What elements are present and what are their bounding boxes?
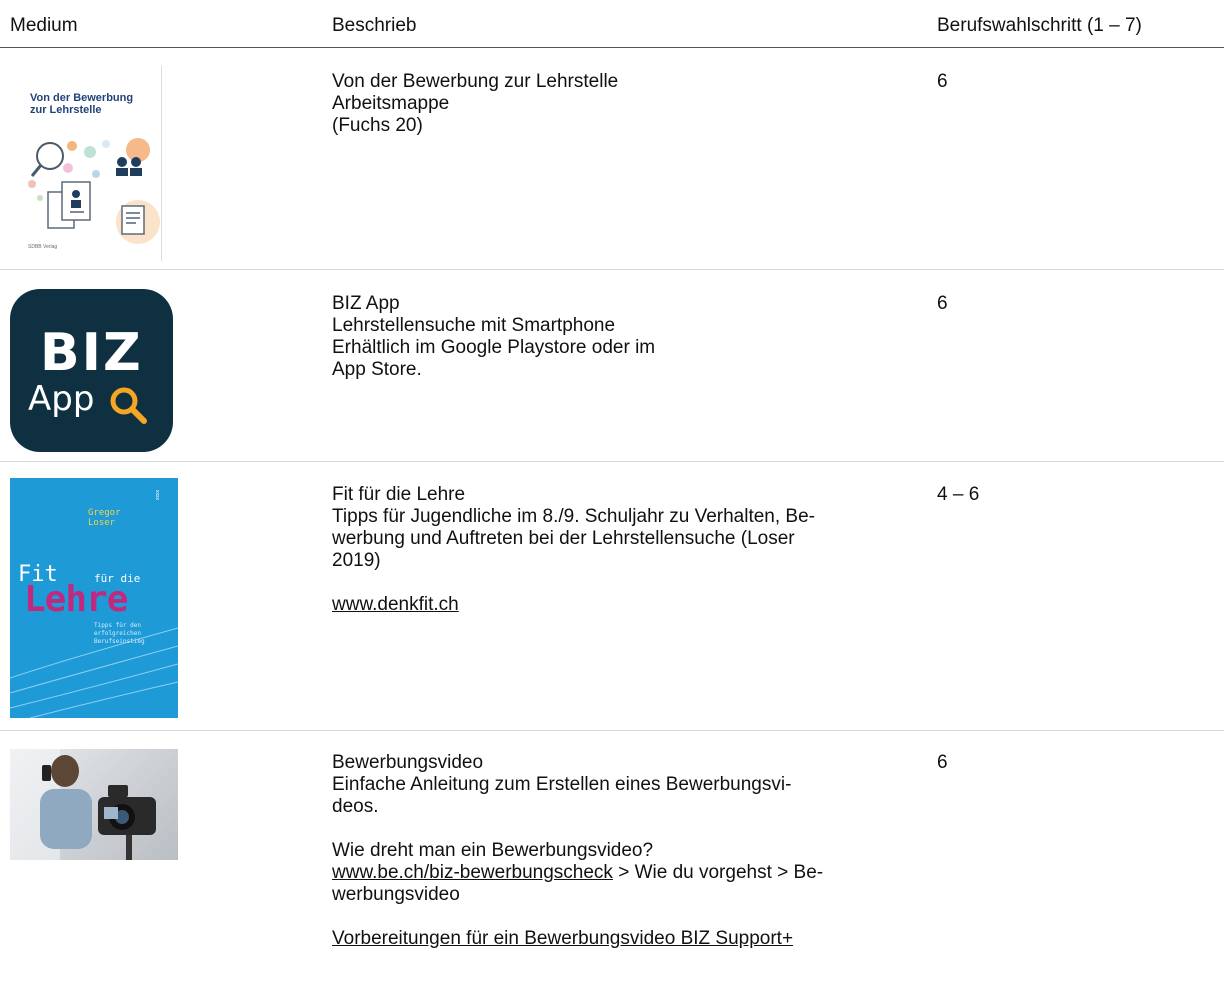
cover-illustration-icon — [28, 138, 160, 244]
row-step-1: 6 — [937, 71, 948, 92]
desc-line: Lehrstellensuche mit Smartphone — [332, 315, 616, 336]
cover-publisher: xxxx — [154, 490, 160, 500]
book-cover-bewerbung-lehrstelle: Von der Bewerbung zur Lehrstelle SDBB Ve… — [10, 66, 162, 261]
biz-app-icon: BIZ App — [10, 289, 173, 452]
row-description-4: Bewerbungsvideo Einfache Anleitung zum E… — [332, 752, 892, 950]
denkfit-link[interactable]: www.denkfit.ch — [332, 594, 892, 616]
row-step-4: 6 — [937, 752, 948, 773]
row-step-3: 4 – 6 — [937, 484, 980, 505]
biz-support-link[interactable]: Vorbereitungen für ein Bewerbungsvideo B… — [332, 928, 892, 950]
desc-line: Von der Bewerbung zur Lehrstelle — [332, 71, 619, 92]
row-description-1: Von der Bewerbung zur Lehrstelle Arbeits… — [332, 71, 892, 137]
header-career-step: Berufswahlschritt (1 – 7) — [937, 15, 1142, 36]
desc-line: werbungsvideo — [332, 884, 460, 905]
row-separator — [0, 269, 1224, 270]
cover-lehre: Lehre — [24, 579, 128, 620]
link-path-text: > Wie du vorgehst > Be- — [612, 862, 824, 883]
desc-line: Einfache Anleitung zum Erstellen eines B… — [332, 774, 792, 795]
video-question: Wie dreht man ein Bewerbungsvideo? — [332, 840, 654, 861]
desc-line: werbung und Auftreten bei der Lehrstelle… — [332, 528, 795, 549]
cover-author: Gregor Loser — [88, 508, 121, 528]
bewerbungscheck-line: www.be.ch/biz-bewerbungscheck > Wie du v… — [332, 862, 892, 884]
document-page: Medium Beschrieb Berufswahlschritt (1 – … — [0, 0, 1224, 985]
magnifier-icon — [110, 387, 147, 424]
camera-scene-image — [10, 749, 156, 860]
cover-publisher: SDBB Verlag — [28, 244, 58, 250]
desc-line: BIZ App — [332, 293, 400, 314]
row-description-2: BIZ App Lehrstellensuche mit Smartphone … — [332, 293, 892, 381]
header-medium: Medium — [10, 15, 78, 36]
row-separator — [0, 461, 1224, 462]
desc-line: (Fuchs 20) — [332, 115, 423, 136]
desc-line: Bewerbungsvideo — [332, 752, 484, 773]
bewerbungscheck-link[interactable]: www.be.ch/biz-bewerbungscheck — [332, 862, 613, 883]
cover-subtitle: Tipps für den erfolgreichen Berufseinstieg — [94, 622, 145, 645]
desc-line: Fit für die Lehre — [332, 484, 466, 505]
desc-line: Tipps für Jugendliche im 8./9. Schuljahr… — [332, 506, 815, 527]
desc-line: Arbeitsmappe — [332, 93, 450, 114]
row-separator — [0, 730, 1224, 731]
row-description-3: Fit für die Lehre Tipps für Jugendliche … — [332, 484, 892, 616]
header-rule — [0, 47, 1224, 48]
desc-line: App Store. — [332, 359, 422, 380]
row-step-2: 6 — [937, 293, 948, 314]
bewerbungsvideo-photo — [10, 749, 178, 860]
desc-line: deos. — [332, 796, 379, 817]
header-description: Beschrieb — [332, 15, 417, 36]
desc-line: Erhältlich im Google Playstore oder im — [332, 337, 656, 358]
desc-line: 2019) — [332, 550, 381, 571]
book-cover-fit-fuer-die-lehre: Gregor Loser Fit für die Lehre Tipps für … — [10, 478, 178, 718]
